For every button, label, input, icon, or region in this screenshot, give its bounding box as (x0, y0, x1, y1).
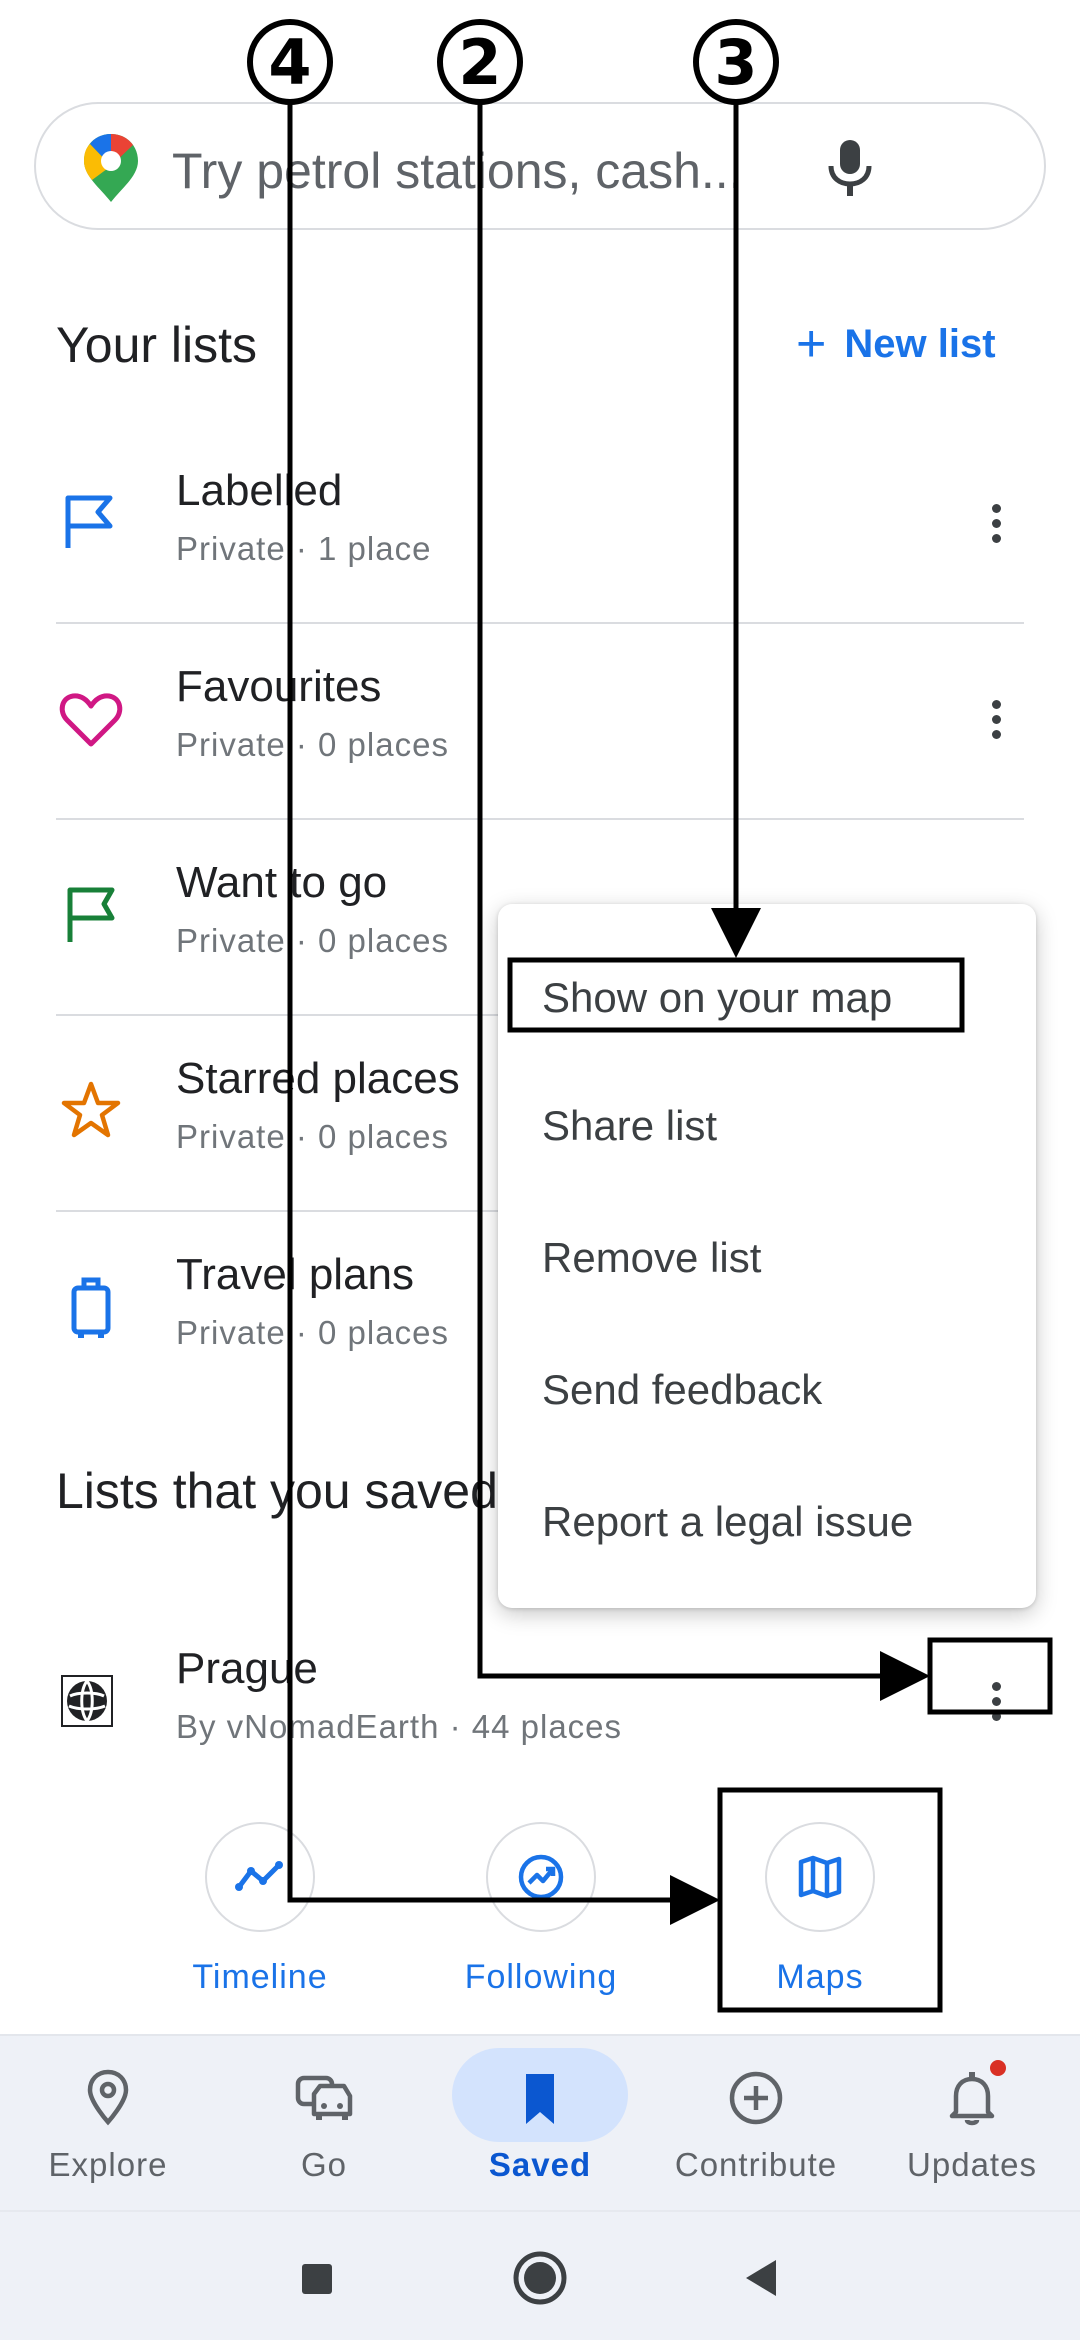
menu-item-show-on-map[interactable]: Show on your map (542, 974, 892, 1022)
list-title: Favourites (176, 662, 382, 711)
tab-label: Explore (48, 2146, 168, 2183)
menu-item-remove-list[interactable]: Remove list (542, 1234, 761, 1282)
plus-icon: + (796, 315, 827, 373)
list-item[interactable]: Prague By vNomadEarth · 44 places (56, 1606, 1024, 1802)
tab-updates[interactable]: Updates (864, 2036, 1080, 2212)
list-subtitle: Private · 1 place (176, 530, 432, 567)
recents-button-icon[interactable] (284, 2246, 348, 2310)
back-button-icon[interactable] (730, 2246, 794, 2310)
tab-label: Go (300, 2146, 348, 2183)
step-number-circle (437, 19, 523, 105)
new-list-label: New list (844, 321, 996, 366)
bottom-navigation: Explore Go Saved Contribute Updates (0, 2034, 1080, 2210)
maps-label: Maps (776, 1958, 864, 1996)
list-subtitle: By vNomadEarth · 44 places (176, 1708, 623, 1745)
tab-go[interactable]: Go (216, 2036, 432, 2212)
saved-lists-heading: Lists that you saved (56, 1463, 498, 1519)
following-shortcut[interactable]: Following (431, 1822, 651, 2012)
more-options-icon[interactable] (976, 498, 1016, 558)
suitcase-icon (71, 1277, 111, 1338)
list-title: Starred places (176, 1054, 460, 1103)
location-pin-icon (87, 2069, 129, 2126)
flag-icon (67, 887, 115, 942)
list-item[interactable]: Labelled Private · 1 place (56, 428, 1024, 624)
timeline-label: Timeline (192, 1958, 328, 1996)
microphone-icon[interactable] (822, 138, 878, 198)
tab-saved[interactable]: Saved (432, 2036, 648, 2212)
step-number: 2 (458, 26, 501, 99)
timeline-icon-circle (205, 1822, 315, 1932)
system-navigation-bar (0, 2210, 1080, 2340)
heart-icon (59, 693, 123, 747)
menu-item-send-feedback[interactable]: Send feedback (542, 1366, 822, 1414)
following-icon (518, 1854, 564, 1900)
list-title: Labelled (176, 466, 343, 515)
star-icon (61, 1081, 121, 1138)
maps-icon-circle (765, 1822, 875, 1932)
step-number-circle (247, 19, 333, 105)
menu-item-report-legal-issue[interactable]: Report a legal issue (542, 1498, 913, 1546)
list-subtitle: Private · 0 places (176, 922, 449, 959)
cars-icon (295, 2075, 353, 2120)
more-options-icon[interactable] (976, 1676, 1016, 1736)
timeline-shortcut[interactable]: Timeline (150, 1822, 370, 2012)
search-bar[interactable]: Try petrol stations, cash... (34, 102, 1046, 230)
list-options-menu: Show on your map Share list Remove list … (498, 904, 1036, 1608)
globe-avatar-icon (61, 1675, 113, 1727)
bell-icon (949, 2072, 995, 2126)
notification-badge (990, 2060, 1006, 2076)
label-flag-icon (65, 495, 113, 548)
step-number-circle (693, 19, 779, 105)
list-subtitle: Private · 0 places (176, 1118, 449, 1155)
tab-label: Contribute (674, 2146, 838, 2183)
bookmark-icon (526, 2074, 554, 2124)
add-circle-icon (729, 2071, 783, 2125)
more-options-icon[interactable] (976, 694, 1016, 754)
list-subtitle: Private · 0 places (176, 726, 449, 763)
tab-contribute[interactable]: Contribute (648, 2036, 864, 2212)
list-title: Want to go (176, 858, 388, 907)
following-label: Following (464, 1958, 618, 1996)
home-button-icon[interactable] (508, 2246, 572, 2310)
timeline-icon (235, 1861, 283, 1891)
tab-explore[interactable]: Explore (0, 2036, 216, 2212)
new-list-button[interactable]: + New list (796, 318, 996, 370)
tab-label: Updates (907, 2146, 1037, 2183)
google-maps-logo-icon (84, 134, 138, 202)
search-input[interactable]: Try petrol stations, cash... (172, 142, 743, 200)
list-subtitle: Private · 0 places (176, 1314, 449, 1351)
step-number: 3 (714, 26, 757, 99)
list-item[interactable]: Favourites Private · 0 places (56, 624, 1024, 820)
map-icon (798, 1855, 842, 1899)
maps-shortcut[interactable]: Maps (710, 1822, 930, 2012)
tab-label: Saved (488, 2146, 592, 2183)
menu-item-share-list[interactable]: Share list (542, 1102, 717, 1150)
list-title: Travel plans (176, 1250, 415, 1299)
step-number: 4 (268, 26, 311, 99)
following-icon-circle (486, 1822, 596, 1932)
list-title: Prague (176, 1644, 318, 1693)
your-lists-heading: Your lists (56, 317, 258, 373)
